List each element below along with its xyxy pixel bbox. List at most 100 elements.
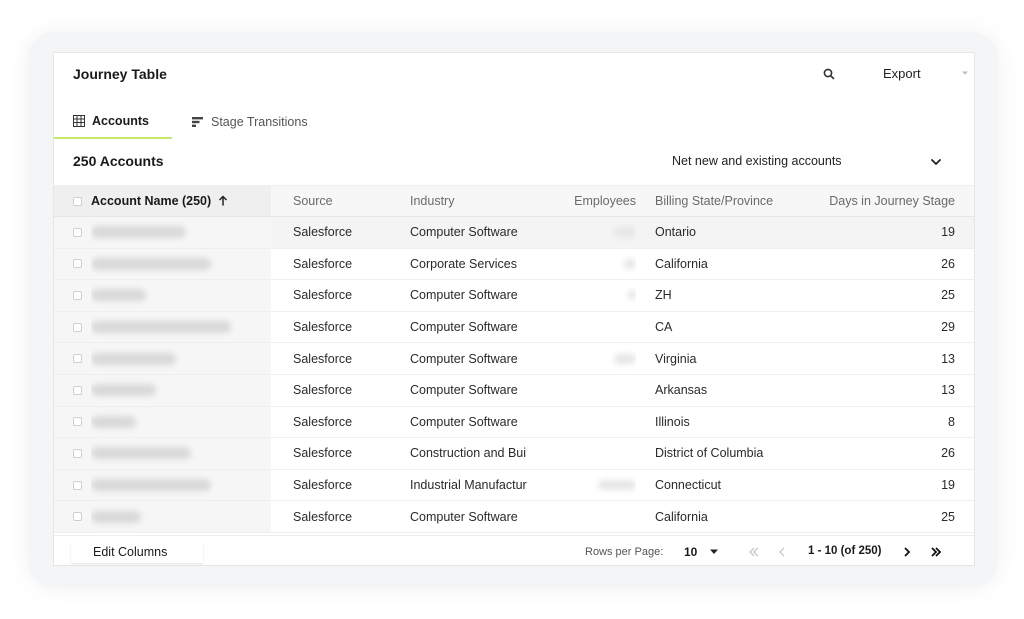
export-dropdown-icon[interactable]: [962, 70, 968, 76]
accounts-count: 250 Accounts: [73, 153, 164, 169]
select-all-checkbox[interactable]: [73, 186, 87, 216]
days-in-stage-cell: 19: [941, 478, 955, 493]
col-account-name[interactable]: Account Name (250): [91, 186, 271, 216]
search-icon[interactable]: [822, 67, 836, 81]
account-name-cell[interactable]: [91, 280, 271, 311]
col-employees[interactable]: Employees: [544, 186, 636, 216]
page-title: Journey Table: [73, 66, 167, 82]
employees-cell: [544, 438, 636, 469]
tab-stage-transitions[interactable]: Stage Transitions: [192, 105, 308, 139]
account-filter-select[interactable]: Net new and existing accounts: [672, 154, 842, 168]
row-checkbox[interactable]: [73, 343, 87, 374]
page-range: 1 - 10 (of 250): [808, 545, 882, 557]
tab-stage-transitions-label: Stage Transitions: [211, 115, 308, 129]
row-checkbox[interactable]: [73, 501, 87, 532]
table-row[interactable]: Salesforce Corporate Services California 26: [54, 248, 974, 281]
account-name-cell[interactable]: [91, 407, 271, 438]
bars-icon: [192, 117, 203, 127]
rows-per-page-label: Rows per Page:: [585, 546, 664, 558]
table-row[interactable]: Salesforce Computer Software ZH 25: [54, 280, 974, 312]
first-page-icon[interactable]: [747, 545, 761, 559]
export-button[interactable]: Export: [883, 66, 921, 81]
source-cell: Salesforce: [293, 320, 353, 335]
table-row[interactable]: Salesforce Computer Software Arkansas 13: [54, 374, 974, 407]
days-in-stage-cell: 25: [941, 288, 955, 303]
row-checkbox[interactable]: [73, 280, 87, 311]
rows-per-page-select[interactable]: 10: [684, 545, 697, 559]
table-row[interactable]: Salesforce Industrial Manufactur Connectic…: [54, 469, 974, 502]
account-name-cell[interactable]: [91, 312, 271, 343]
row-checkbox[interactable]: [73, 470, 87, 501]
industry-cell: Computer Software: [410, 383, 518, 398]
table-body: Salesforce Computer Software Ontario 19 Sale…: [54, 217, 974, 533]
source-cell: Salesforce: [293, 478, 353, 493]
billing-state-cell: CA: [655, 320, 673, 335]
billing-state-cell: Ontario: [655, 225, 696, 240]
days-in-stage-cell: 19: [941, 225, 955, 240]
account-name-cell[interactable]: [91, 249, 271, 280]
days-in-stage-cell: 26: [941, 256, 955, 271]
days-in-stage-cell: 13: [941, 351, 955, 366]
accounts-table: Account Name (250) Source Industry Emplo…: [54, 185, 974, 533]
col-source[interactable]: Source: [293, 186, 393, 216]
billing-state-cell: Arkansas: [655, 383, 708, 398]
row-checkbox[interactable]: [73, 438, 87, 469]
source-cell: Salesforce: [293, 509, 353, 524]
chevron-down-icon[interactable]: [930, 156, 942, 168]
row-checkbox[interactable]: [73, 375, 87, 406]
next-page-icon[interactable]: [900, 545, 914, 559]
account-name-cell[interactable]: [91, 501, 271, 532]
table-row[interactable]: Salesforce Computer Software California 25: [54, 501, 974, 533]
table-row[interactable]: Salesforce Construction and Bui District o…: [54, 438, 974, 470]
industry-cell: Computer Software: [410, 288, 518, 303]
employees-cell: [544, 470, 636, 501]
billing-state-cell: Virginia: [655, 351, 697, 366]
sort-ascending-icon[interactable]: [217, 195, 229, 207]
previous-page-icon[interactable]: [775, 545, 789, 559]
billing-state-cell: District of Columbia: [655, 446, 764, 461]
table-row[interactable]: Salesforce Computer Software Illinois 8: [54, 406, 974, 439]
industry-cell: Computer Software: [410, 225, 518, 240]
employees-cell: [544, 249, 636, 280]
row-checkbox[interactable]: [73, 217, 87, 248]
source-cell: Salesforce: [293, 225, 353, 240]
account-name-cell[interactable]: [91, 343, 271, 374]
col-industry[interactable]: Industry: [410, 186, 536, 216]
account-name-cell[interactable]: [91, 470, 271, 501]
edit-columns-button[interactable]: Edit Columns: [71, 541, 203, 563]
table-row[interactable]: Salesforce Computer Software Virginia 13: [54, 343, 974, 375]
billing-state-cell: Illinois: [655, 414, 690, 429]
col-days-in-stage[interactable]: Days in Journey Stage: [820, 186, 955, 216]
table-header: Account Name (250) Source Industry Emplo…: [54, 185, 974, 217]
industry-cell: Construction and Bui: [410, 446, 527, 461]
billing-state-cell: California: [655, 256, 708, 271]
account-name-cell[interactable]: [91, 217, 271, 248]
grid-icon: [73, 115, 85, 127]
account-name-cell[interactable]: [91, 375, 271, 406]
billing-state-cell: ZH: [655, 288, 672, 303]
employees-cell: [544, 280, 636, 311]
employees-cell: [544, 312, 636, 343]
employees-cell: [544, 375, 636, 406]
rows-per-page-caret-icon[interactable]: [710, 549, 718, 555]
account-name-cell[interactable]: [91, 438, 271, 469]
source-cell: Salesforce: [293, 288, 353, 303]
days-in-stage-cell: 25: [941, 509, 955, 524]
table-row[interactable]: Salesforce Computer Software CA 29: [54, 311, 974, 344]
table-row[interactable]: Salesforce Computer Software Ontario 19: [54, 217, 974, 249]
source-cell: Salesforce: [293, 351, 353, 366]
days-in-stage-cell: 8: [948, 414, 955, 429]
industry-cell: Industrial Manufactur: [410, 478, 527, 493]
row-checkbox[interactable]: [73, 249, 87, 280]
row-checkbox[interactable]: [73, 312, 87, 343]
row-checkbox[interactable]: [73, 407, 87, 438]
source-cell: Salesforce: [293, 446, 353, 461]
last-page-icon[interactable]: [929, 545, 943, 559]
industry-cell: Computer Software: [410, 414, 518, 429]
employees-cell: [544, 501, 636, 532]
employees-cell: [544, 343, 636, 374]
industry-cell: Computer Software: [410, 509, 518, 524]
tab-accounts[interactable]: Accounts: [54, 105, 172, 139]
col-account-name-label: Account Name (250): [91, 194, 212, 208]
col-billing-state[interactable]: Billing State/Province: [655, 186, 805, 216]
